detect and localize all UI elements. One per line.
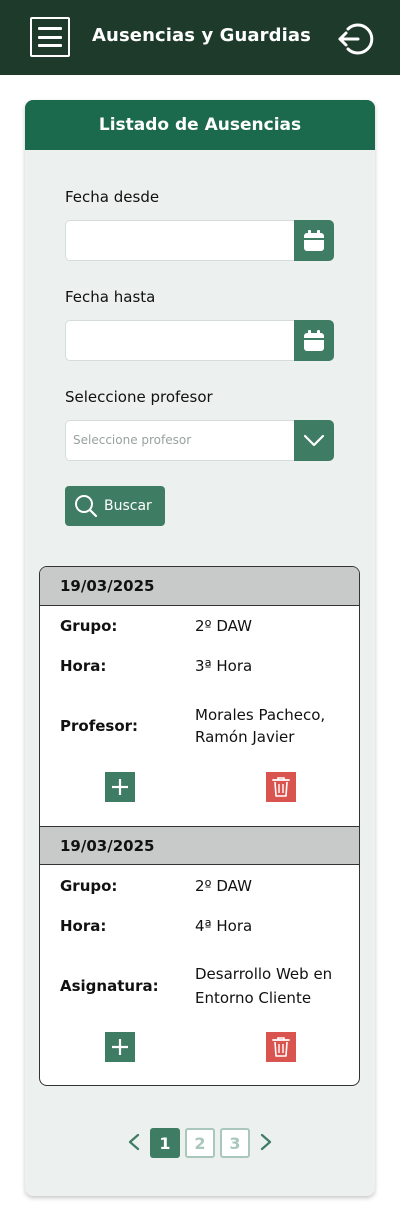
record-value: Entorno Cliente (195, 989, 312, 1007)
calendar-icon[interactable] (294, 220, 334, 261)
add-icon[interactable] (105, 772, 135, 802)
record-label: Hora: (60, 657, 107, 675)
top-bar: Ausencias y Guardias (0, 0, 400, 75)
absences-panel: Listado de Ausencias Fecha desde Fecha h… (25, 100, 375, 1196)
record-label: Grupo: (60, 617, 118, 635)
fecha-hasta-input[interactable] (65, 320, 295, 361)
fecha-hasta-group (65, 320, 335, 361)
record-value: Ramón Javier (195, 728, 295, 746)
profesor-select[interactable]: Seleccione profesor (65, 420, 335, 461)
record-value: Desarrollo Web en (195, 965, 333, 983)
add-icon[interactable] (105, 1032, 135, 1062)
chevron-right-icon[interactable] (259, 1133, 273, 1151)
fecha-desde-label: Fecha desde (65, 188, 160, 206)
fecha-hasta-label: Fecha hasta (65, 288, 156, 306)
pagination: 1 2 3 (25, 1126, 375, 1158)
app-title: Ausencias y Guardias (92, 25, 311, 46)
record-label: Hora: (60, 917, 107, 935)
calendar-icon[interactable] (294, 320, 334, 361)
search-button[interactable]: Buscar (65, 486, 165, 526)
record-date: 19/03/2025 (40, 567, 359, 606)
fecha-desde-group (65, 220, 335, 261)
record-label: Asignatura: (60, 977, 159, 995)
record-date: 19/03/2025 (40, 826, 359, 865)
record-value: 2º DAW (195, 617, 252, 635)
trash-icon[interactable] (266, 772, 296, 802)
absences-list: 19/03/2025 Grupo: 2º DAW Hora: 3ª Hora P… (39, 566, 360, 1086)
hamburger-menu-icon[interactable] (30, 17, 70, 57)
record-value: 3ª Hora (195, 657, 253, 675)
panel-title: Listado de Ausencias (25, 100, 375, 150)
page-button-2[interactable]: 2 (185, 1128, 215, 1158)
record-value: Morales Pacheco, (195, 706, 326, 724)
record-value: 2º DAW (195, 877, 252, 895)
record-value: 4ª Hora (195, 917, 253, 935)
profesor-label: Seleccione profesor (65, 388, 213, 406)
trash-icon[interactable] (266, 1032, 296, 1062)
page-button-3[interactable]: 3 (220, 1128, 250, 1158)
page-button-1[interactable]: 1 (150, 1128, 180, 1158)
chevron-left-icon[interactable] (127, 1133, 141, 1151)
search-icon (75, 495, 98, 518)
record-label: Grupo: (60, 877, 118, 895)
logout-icon[interactable] (334, 21, 374, 57)
profesor-select-value[interactable]: Seleccione profesor (65, 420, 295, 461)
record-label: Profesor: (60, 717, 139, 735)
fecha-desde-input[interactable] (65, 220, 295, 261)
search-button-label: Buscar (104, 498, 152, 514)
chevron-down-icon[interactable] (294, 420, 334, 461)
